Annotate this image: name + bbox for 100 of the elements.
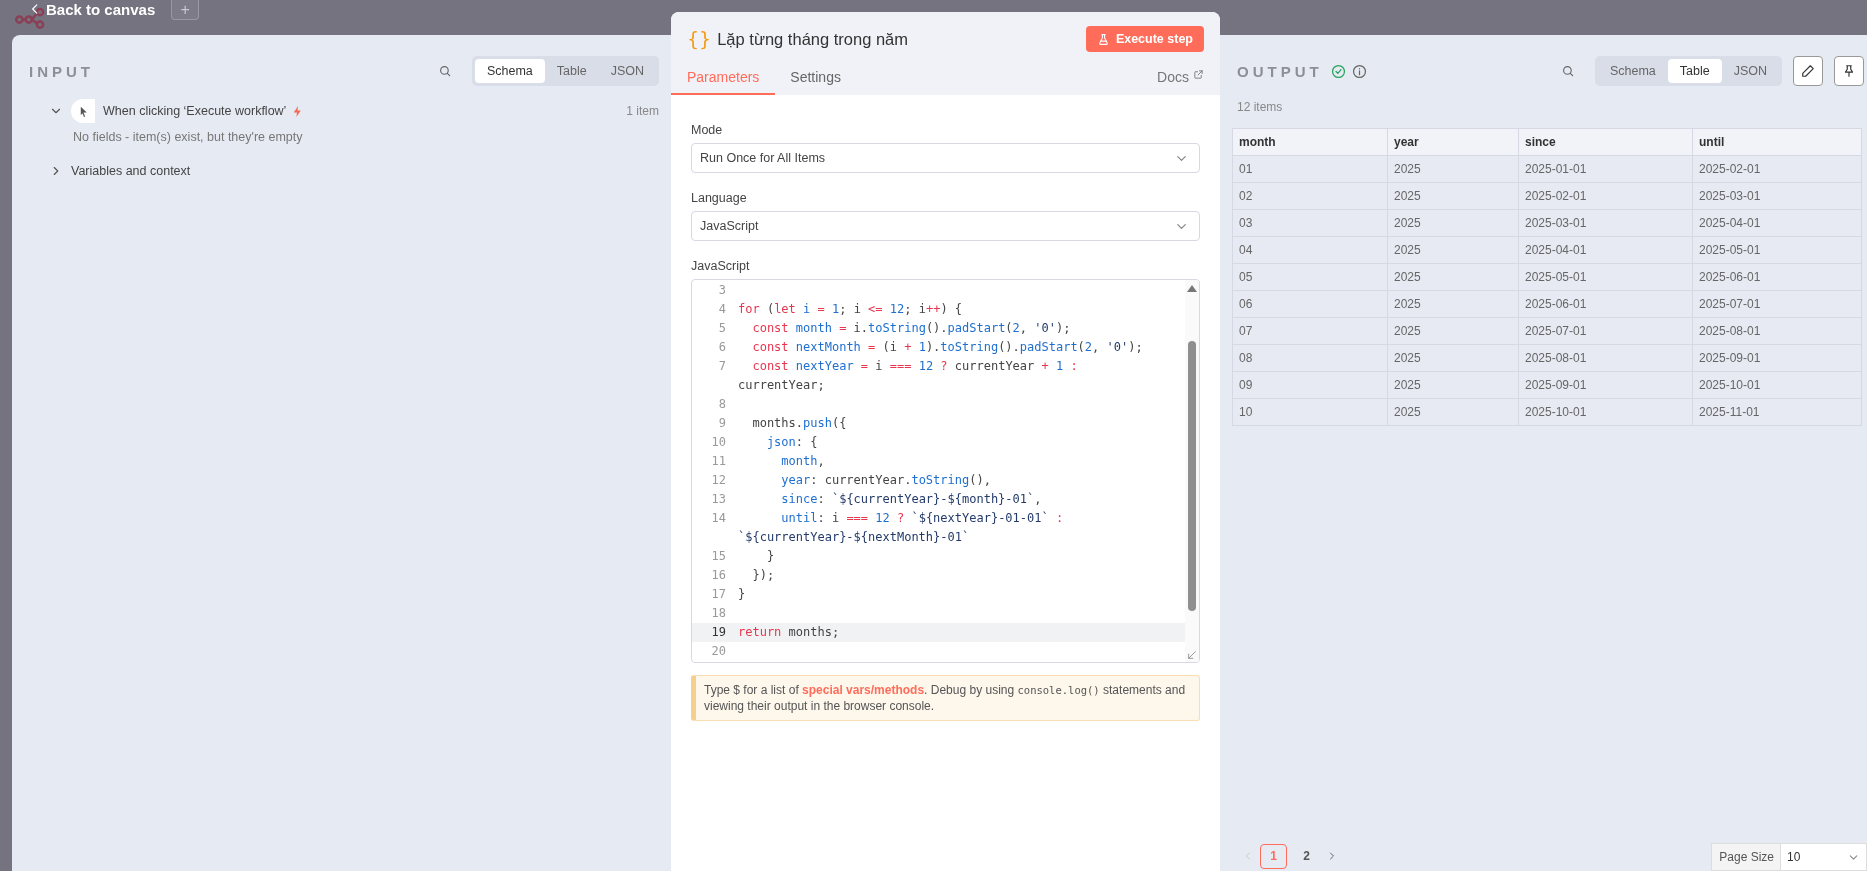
docs-link[interactable]: Docs	[1157, 69, 1204, 95]
line-number: 13	[710, 491, 726, 508]
info-icon[interactable]	[1351, 63, 1367, 79]
table-cell: 2025-11-01	[1692, 398, 1862, 426]
add-tab-button[interactable]: +	[171, 0, 200, 20]
table-cell: 2025-10-01	[1692, 371, 1862, 399]
column-header: since	[1518, 128, 1693, 156]
table-cell: 2025-06-01	[1692, 263, 1862, 291]
table-cell: 2025	[1387, 317, 1519, 345]
search-icon[interactable]	[1560, 64, 1575, 78]
table-cell: 2025	[1387, 290, 1519, 318]
line-number: 8	[717, 396, 726, 413]
table-cell: 09	[1232, 371, 1388, 399]
table-cell: 01	[1232, 155, 1388, 183]
line-number: 17	[710, 586, 726, 603]
line-number: 9	[717, 415, 726, 432]
code-line: const nextYear = i === 12 ? currentYear + 1 :	[751, 358, 1078, 375]
table-cell: 06	[1232, 290, 1388, 318]
view-tab[interactable]: Schema	[1597, 59, 1668, 83]
table-cell: 2025-07-01	[1518, 317, 1693, 345]
table-cell: 2025-03-01	[1518, 209, 1693, 237]
table-cell: 2025-04-01	[1692, 209, 1862, 237]
table-cell: 2025-01-01	[1518, 155, 1693, 183]
table-cell: 2025-05-01	[1692, 236, 1862, 264]
cursor-icon	[71, 99, 95, 123]
column-header: until	[1692, 128, 1862, 156]
table-cell: 2025-07-01	[1692, 290, 1862, 318]
table-cell: 2025	[1387, 236, 1519, 264]
table-cell: 05	[1232, 263, 1388, 291]
code-line: });	[751, 567, 775, 584]
code-line: until: i === 12 ? `${nextYear}-01-01` :	[780, 510, 1064, 527]
table-cell: 2025-09-01	[1692, 344, 1862, 372]
pin-button[interactable]	[1834, 56, 1864, 86]
hint-text: Type $ for a list of special vars/methods. Debug by using console.log() statements and viewing their output in the browser console.	[704, 682, 1187, 714]
tree-item-label[interactable]: When clicking ‘Execute workflow’	[103, 104, 287, 118]
line-number: 14	[710, 510, 726, 527]
select-field[interactable]: Run Once for All Items	[691, 143, 1200, 173]
item-count: 12 items	[1236, 100, 1284, 114]
code-line: const month = i.toString().padStart(2, '0');	[751, 320, 1071, 337]
column-header: month	[1232, 128, 1388, 156]
page-button[interactable]: 2	[1293, 843, 1320, 869]
search-icon[interactable]	[437, 64, 452, 78]
table-cell: 07	[1232, 317, 1388, 345]
table-cell: 10	[1232, 398, 1388, 426]
execute-step-button[interactable]: Execute step	[1085, 26, 1204, 52]
code-line: for (let i = 1; i <= 12; i++) {	[737, 301, 963, 318]
line-number: 18	[710, 605, 726, 622]
view-tab[interactable]: Schema	[474, 59, 545, 83]
line-number: 11	[710, 453, 726, 470]
external-link-icon	[1193, 69, 1204, 80]
column-header: year	[1387, 128, 1519, 156]
pencil-icon	[1801, 64, 1815, 78]
table-cell: 2025	[1387, 155, 1519, 183]
field-label: JavaScript	[691, 259, 751, 273]
tree-item-label[interactable]: Variables and context	[71, 164, 191, 178]
view-tab[interactable]: JSON	[1721, 59, 1779, 83]
scroll-up-arrow[interactable]	[1187, 285, 1197, 292]
table-cell: 2025	[1387, 182, 1519, 210]
panel-title: OUTPUT	[1237, 62, 1323, 80]
view-tab[interactable]: Table	[544, 59, 599, 83]
pin-icon	[1842, 64, 1856, 78]
select-field[interactable]: JavaScript	[691, 211, 1200, 241]
table-cell: 2025	[1387, 398, 1519, 426]
code-node-icon: {}	[687, 28, 712, 50]
item-count: 1 item	[626, 104, 659, 118]
page-button[interactable]: 1	[1260, 843, 1287, 869]
line-number: 3	[717, 282, 726, 299]
line-number: 20	[710, 643, 726, 660]
code-line: const nextMonth = (i + 1).toString().padStart(2, '0');	[751, 339, 1143, 356]
edit-button[interactable]	[1793, 56, 1823, 86]
table-cell: 2025-05-01	[1518, 263, 1693, 291]
resize-icon[interactable]	[1187, 650, 1197, 660]
panel-title: INPUT	[29, 62, 94, 80]
code-line: return months;	[737, 624, 840, 641]
tab[interactable]: Parameters	[671, 69, 776, 95]
table-cell: 2025-08-01	[1518, 344, 1693, 372]
scrollbar-thumb[interactable]	[1188, 341, 1196, 611]
table-cell: 2025-03-01	[1692, 182, 1862, 210]
table-cell: 2025-08-01	[1692, 317, 1862, 345]
view-tab[interactable]: Table	[1667, 59, 1722, 83]
table-cell: 04	[1232, 236, 1388, 264]
table-cell: 2025-04-01	[1518, 236, 1693, 264]
code-line: `${currentYear}-${nextMonth}-01`	[737, 529, 970, 546]
table-cell: 2025-02-01	[1692, 155, 1862, 183]
code-line: currentYear;	[737, 377, 825, 394]
code-line: since: `${currentYear}-${month}-01`,	[780, 491, 1042, 508]
back-to-canvas-button[interactable]: Back to canvas	[28, 0, 156, 18]
view-tab[interactable]: JSON	[598, 59, 656, 83]
code-editor[interactable]	[691, 279, 1200, 663]
line-number: 19	[710, 624, 726, 641]
table-cell: 2025	[1387, 344, 1519, 372]
field-label: Language	[691, 191, 748, 205]
table-cell: 2025-10-01	[1518, 398, 1693, 426]
code-line: }	[765, 548, 775, 565]
code-line: json: {	[765, 434, 818, 451]
line-number: 10	[710, 434, 726, 451]
code-line: months.push({	[751, 415, 847, 432]
tab[interactable]: Settings	[790, 69, 857, 95]
line-number: 7	[717, 358, 726, 375]
line-number: 4	[717, 301, 726, 318]
